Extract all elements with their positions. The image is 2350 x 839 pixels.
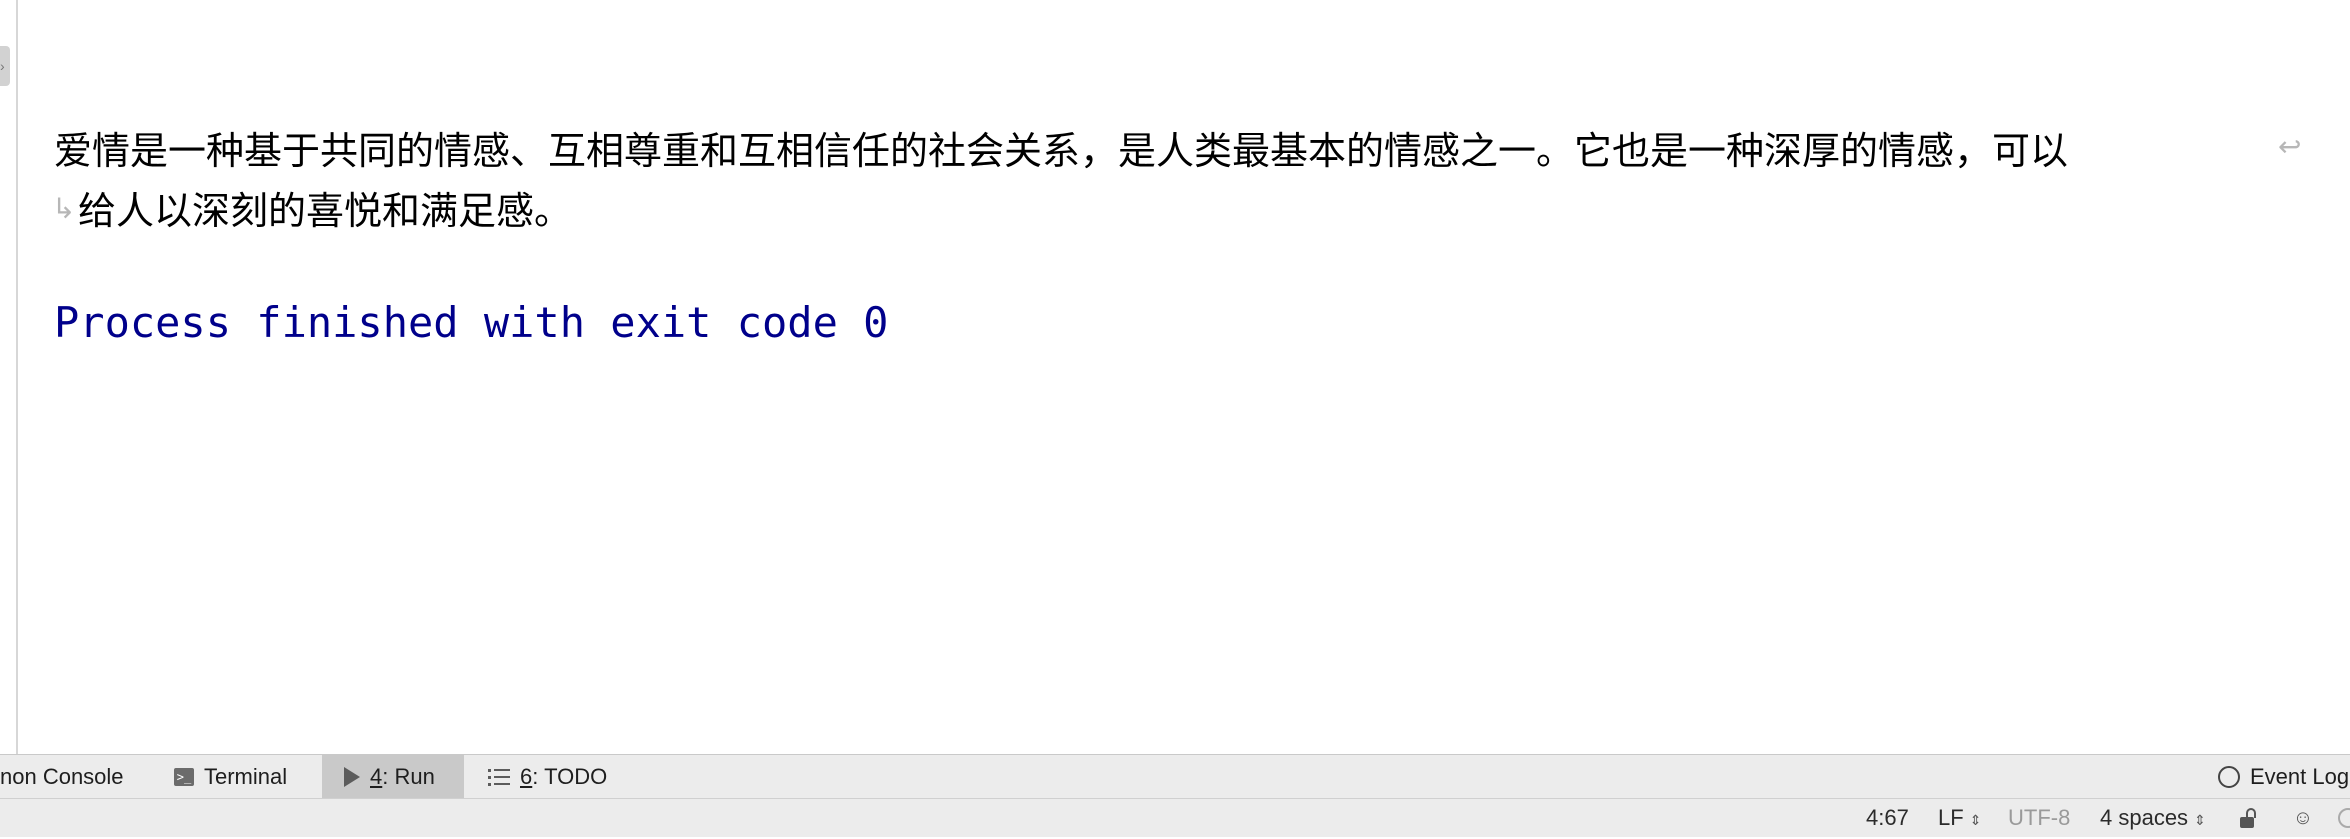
console-output-line: 给人以深刻的喜悦和满足感。 <box>78 189 573 233</box>
encoding-selector[interactable]: UTF-8 <box>2008 799 2070 837</box>
tab-terminal[interactable]: >_ Terminal <box>174 755 287 799</box>
status-bar: 4:67 LF ⇕ UTF-8 4 spaces ⇕ ☺ <box>0 798 2350 837</box>
console-output-line: 爱情是一种基于共同的情感、互相尊重和互相信任的社会关系，是人类最基本的情感之一。… <box>54 129 2069 173</box>
inspector-icon[interactable]: ☺ <box>2292 806 2314 830</box>
soft-wrap-end-icon: ↩ <box>2278 131 2302 162</box>
line-separator-selector[interactable]: LF ⇕ <box>1938 799 1981 837</box>
tab-run[interactable]: 4: Run <box>322 755 464 799</box>
tab-label: 6: TODO <box>520 764 608 789</box>
tab-label: non Console <box>0 764 124 789</box>
caret-position[interactable]: 4:67 <box>1866 799 1909 837</box>
tab-python-console[interactable]: non Console <box>0 755 124 799</box>
tab-label: Terminal <box>204 764 288 789</box>
tab-event-log[interactable]: Event Log <box>2218 755 2349 799</box>
gutter-toggle-icon[interactable]: › <box>0 46 10 86</box>
notification-icon[interactable] <box>2338 808 2350 828</box>
updown-icon: ⇕ <box>2194 812 2206 828</box>
tab-label: 4: Run <box>370 764 435 789</box>
event-log-icon <box>2218 766 2240 788</box>
run-icon <box>344 767 360 787</box>
tab-label: Event Log <box>2250 764 2350 789</box>
tool-window-bar: non Console >_ Terminal 4: Run 6: TODO E… <box>0 754 2350 799</box>
process-finished-message: Process finished with exit code 0 <box>54 298 889 347</box>
terminal-icon: >_ <box>174 768 194 786</box>
soft-wrap-start-icon: ↳ <box>52 193 76 224</box>
tab-todo[interactable]: 6: TODO <box>488 755 607 799</box>
unlock-icon[interactable] <box>2240 808 2258 828</box>
console-gutter: › <box>0 0 18 754</box>
run-console-output[interactable]: › 爱情是一种基于共同的情感、互相尊重和互相信任的社会关系，是人类最基本的情感之… <box>0 0 2350 754</box>
updown-icon: ⇕ <box>1969 812 1982 828</box>
indent-selector[interactable]: 4 spaces ⇕ <box>2100 799 2206 837</box>
list-icon <box>488 768 510 786</box>
